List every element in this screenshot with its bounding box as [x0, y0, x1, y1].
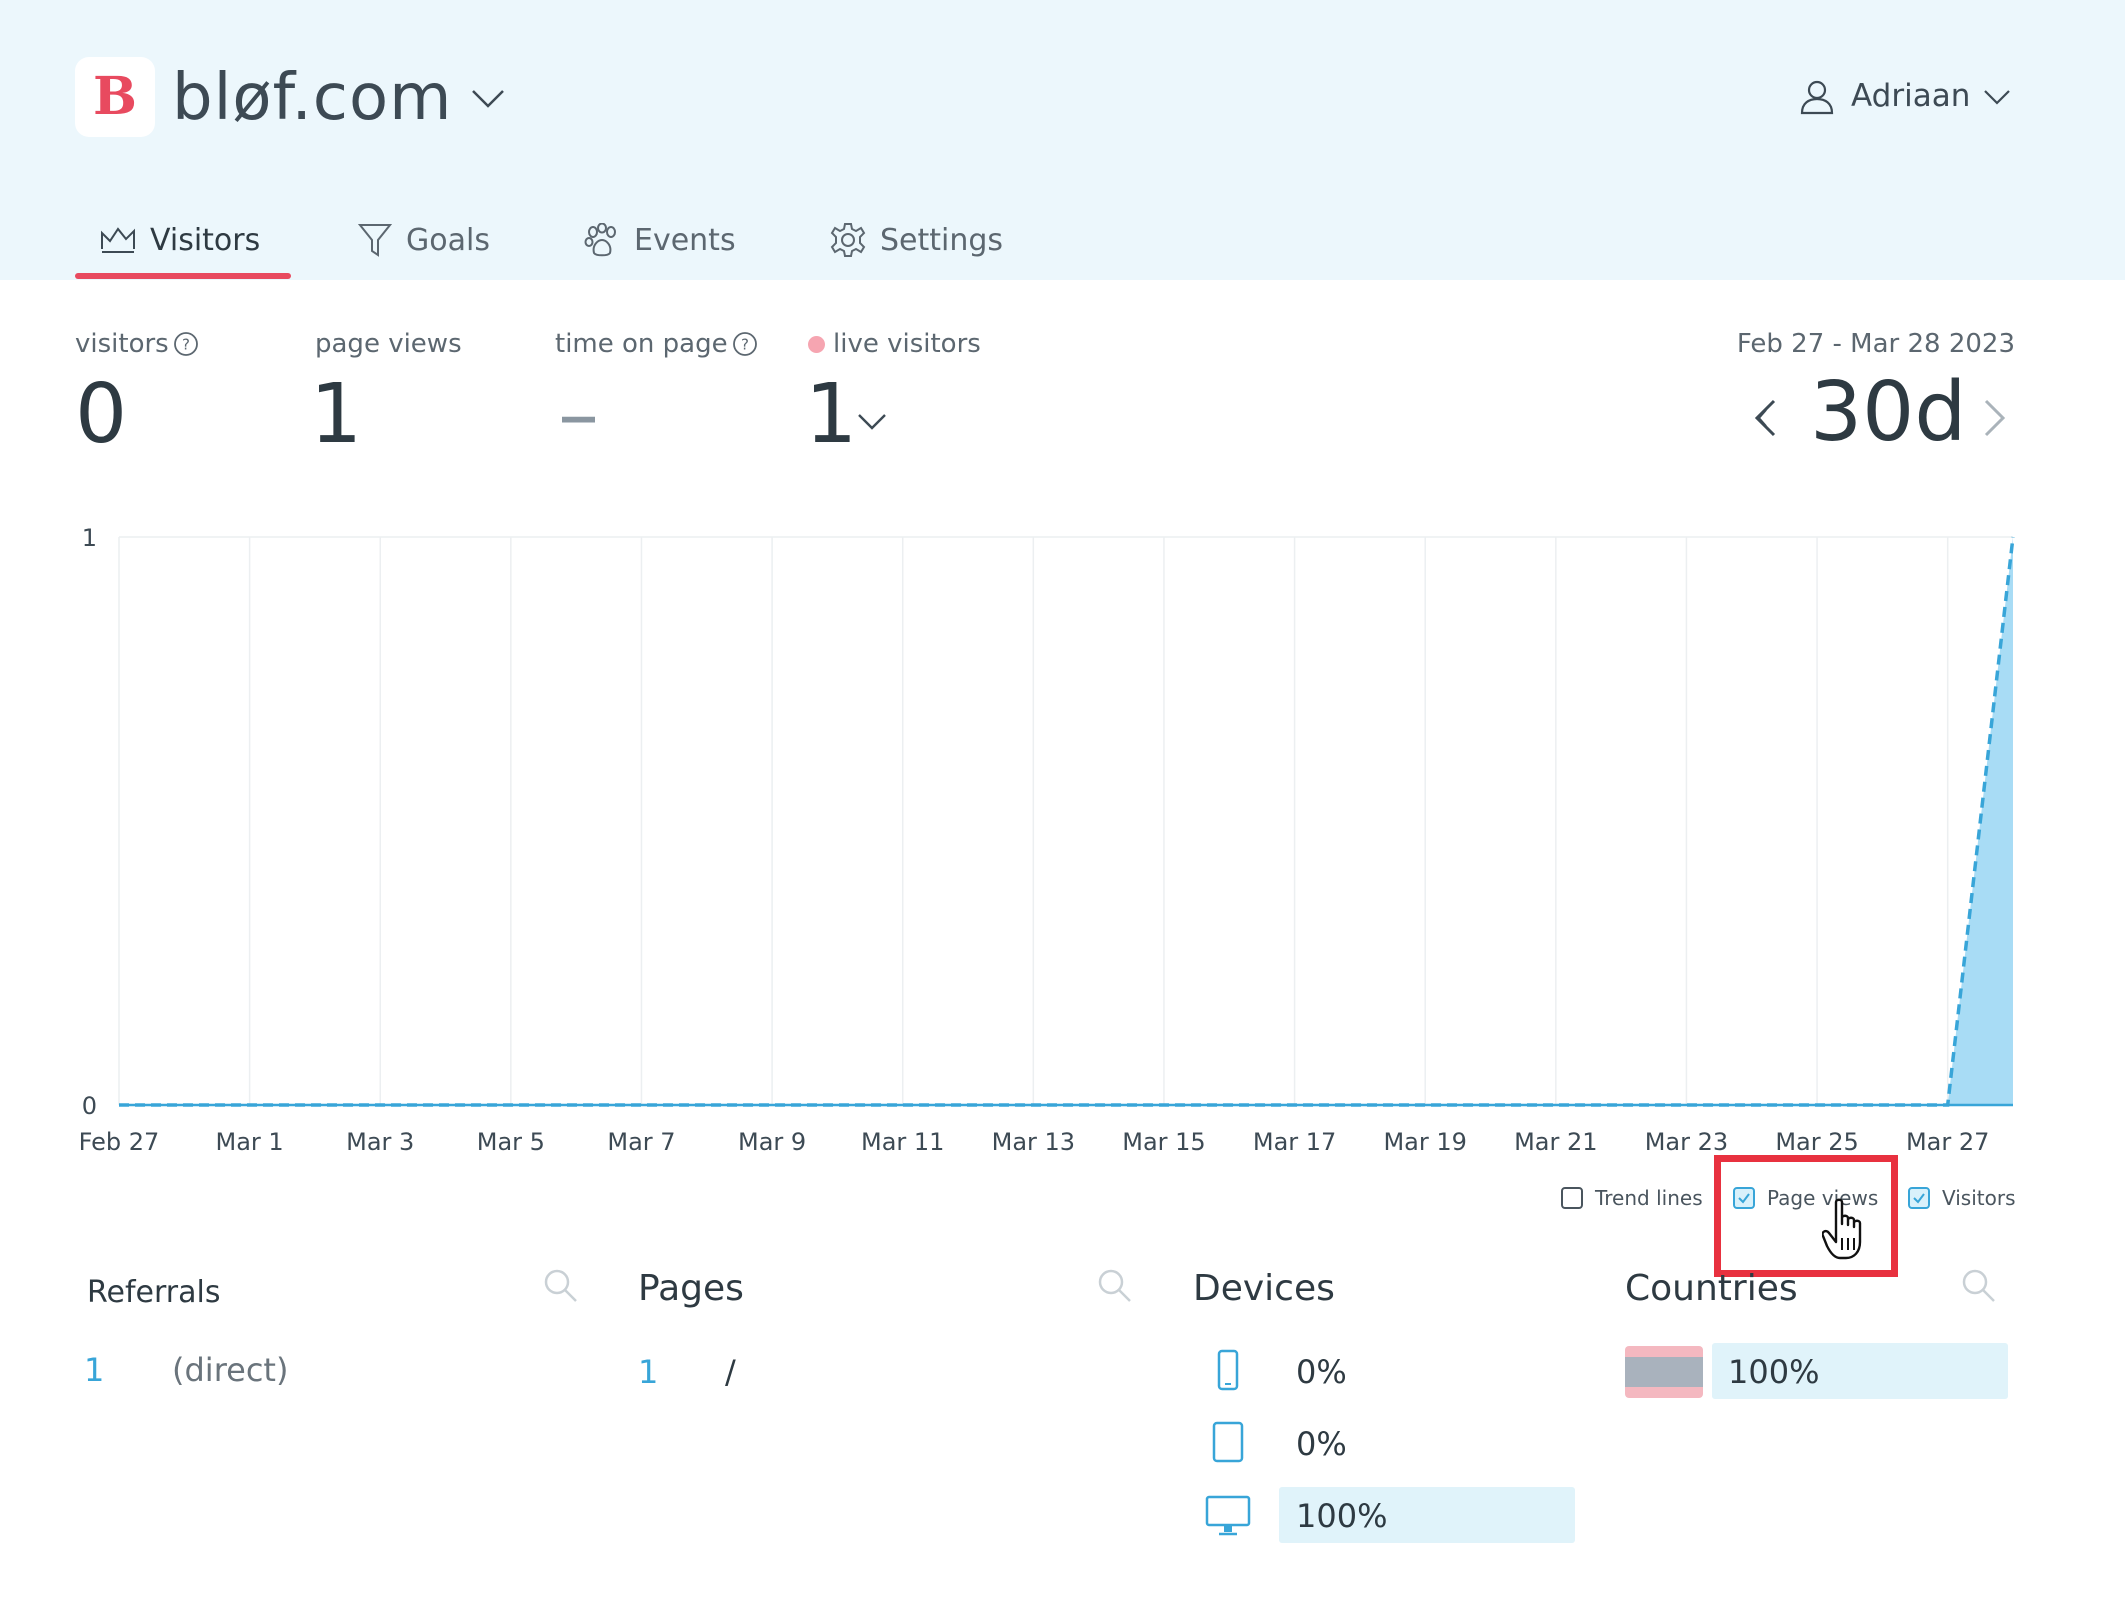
countries-title: Countries: [1625, 1268, 1798, 1309]
x-tick-label: Mar 19: [1383, 1128, 1466, 1156]
search-icon[interactable]: [1097, 1268, 1133, 1304]
pages-title: Pages: [638, 1268, 744, 1309]
logo-letter: B: [93, 66, 137, 127]
visitors-checkbox[interactable]: [1908, 1187, 1930, 1209]
time-on-page-stat-label: time on page ?: [555, 326, 758, 362]
checkmark-icon: [1913, 1193, 1925, 1204]
svg-text:?: ?: [741, 336, 749, 354]
visitors-stat-value: 0: [75, 367, 128, 462]
gear-icon: [830, 223, 866, 257]
legend-trend-lines[interactable]: Trend lines: [1561, 1182, 1703, 1214]
x-tick-label: Mar 7: [607, 1128, 675, 1156]
svg-text:?: ?: [182, 336, 190, 354]
device-pct-tablet: 0%: [1296, 1425, 1347, 1463]
device-pct-mobile: 0%: [1296, 1353, 1347, 1391]
tab-visitors[interactable]: Visitors: [100, 215, 260, 265]
page-views-stat-label: page views: [315, 329, 462, 359]
x-tick-label: Feb 27: [79, 1128, 160, 1156]
live-visitors-stat-value[interactable]: 1: [805, 365, 857, 465]
help-icon[interactable]: ?: [173, 331, 199, 357]
x-tick-label: Mar 17: [1253, 1128, 1336, 1156]
tab-label: Goals: [406, 222, 490, 258]
x-tick-label: Mar 13: [992, 1128, 1075, 1156]
tab-settings[interactable]: Settings: [830, 215, 1003, 265]
tab-label: Visitors: [150, 222, 261, 258]
page-views-stat-value: 1: [310, 367, 363, 462]
search-icon[interactable]: [543, 1268, 579, 1304]
devices-title: Devices: [1193, 1268, 1335, 1309]
x-tick-label: Mar 21: [1514, 1128, 1597, 1156]
referrals-title: Referrals: [87, 1275, 221, 1310]
tab-label: Events: [634, 222, 736, 258]
search-icon[interactable]: [1961, 1268, 1997, 1304]
tab-label: Settings: [880, 222, 1004, 258]
country-pct: 100%: [1728, 1353, 1820, 1391]
tab-goals[interactable]: Goals: [358, 215, 490, 265]
x-tick-label: Mar 11: [861, 1128, 944, 1156]
mobile-icon: [1217, 1349, 1239, 1391]
time-on-page-stat-value: –: [558, 367, 599, 462]
x-tick-label: Mar 15: [1122, 1128, 1205, 1156]
y-tick-label: 1: [82, 524, 97, 552]
desktop-icon: [1205, 1495, 1251, 1536]
x-tick-label: Mar 1: [216, 1128, 284, 1156]
tab-events[interactable]: Events: [584, 215, 736, 265]
visitors-stat-label: visitors ?: [75, 326, 199, 362]
user-icon[interactable]: [1799, 79, 1835, 115]
legend-visitors[interactable]: Visitors: [1908, 1182, 2016, 1214]
chevron-left-icon[interactable]: [1752, 398, 1778, 438]
x-tick-label: Mar 5: [477, 1128, 545, 1156]
date-range: Feb 27 - Mar 28 2023: [1736, 329, 2015, 359]
hand-pointer-icon: [1822, 1198, 1862, 1260]
x-tick-label: Mar 3: [346, 1128, 414, 1156]
x-tick-label: Mar 9: [738, 1128, 806, 1156]
live-indicator-dot: [808, 335, 825, 353]
referral-count: 1: [84, 1351, 105, 1389]
visitors-chart: 0 1 Feb 27 Mar 1 Mar 3 Mar 5 Mar 7 Mar 9 Mar 11 M…: [79, 524, 2015, 1156]
referral-label[interactable]: (direct): [172, 1348, 288, 1392]
chevron-down-icon[interactable]: [470, 86, 506, 110]
period-selector[interactable]: 30d: [1810, 363, 1966, 463]
funnel-icon: [358, 224, 392, 257]
header: B bløf.com Adriaan Visitors Goals Events…: [0, 0, 2125, 280]
trend-lines-checkbox[interactable]: [1561, 1187, 1583, 1209]
site-selector[interactable]: bløf.com: [172, 55, 452, 141]
x-tick-label: Mar 25: [1775, 1128, 1858, 1156]
chevron-down-icon[interactable]: [1983, 88, 2011, 106]
active-tab-indicator: [75, 273, 291, 279]
live-visitors-stat-label: live visitors: [808, 326, 981, 362]
site-logo[interactable]: B: [75, 57, 155, 137]
page-count: 1: [638, 1353, 659, 1391]
chevron-right-icon[interactable]: [1982, 398, 2008, 438]
device-pct-desktop: 100%: [1296, 1497, 1388, 1535]
page-views-line: [119, 536, 2015, 1107]
chevron-down-icon[interactable]: [857, 412, 887, 432]
x-tick-label: Mar 23: [1645, 1128, 1728, 1156]
page-views-area: [119, 537, 2013, 1105]
tablet-icon: [1212, 1421, 1244, 1463]
flag-icon: [1625, 1346, 1703, 1398]
chart-crown-icon: [101, 227, 135, 253]
paw-icon: [584, 223, 616, 257]
x-tick-label: Mar 27: [1906, 1128, 1989, 1156]
user-menu[interactable]: Adriaan: [1851, 74, 1970, 118]
y-tick-label: 0: [82, 1092, 97, 1120]
page-label[interactable]: /: [725, 1350, 736, 1394]
help-icon[interactable]: ?: [732, 331, 758, 357]
